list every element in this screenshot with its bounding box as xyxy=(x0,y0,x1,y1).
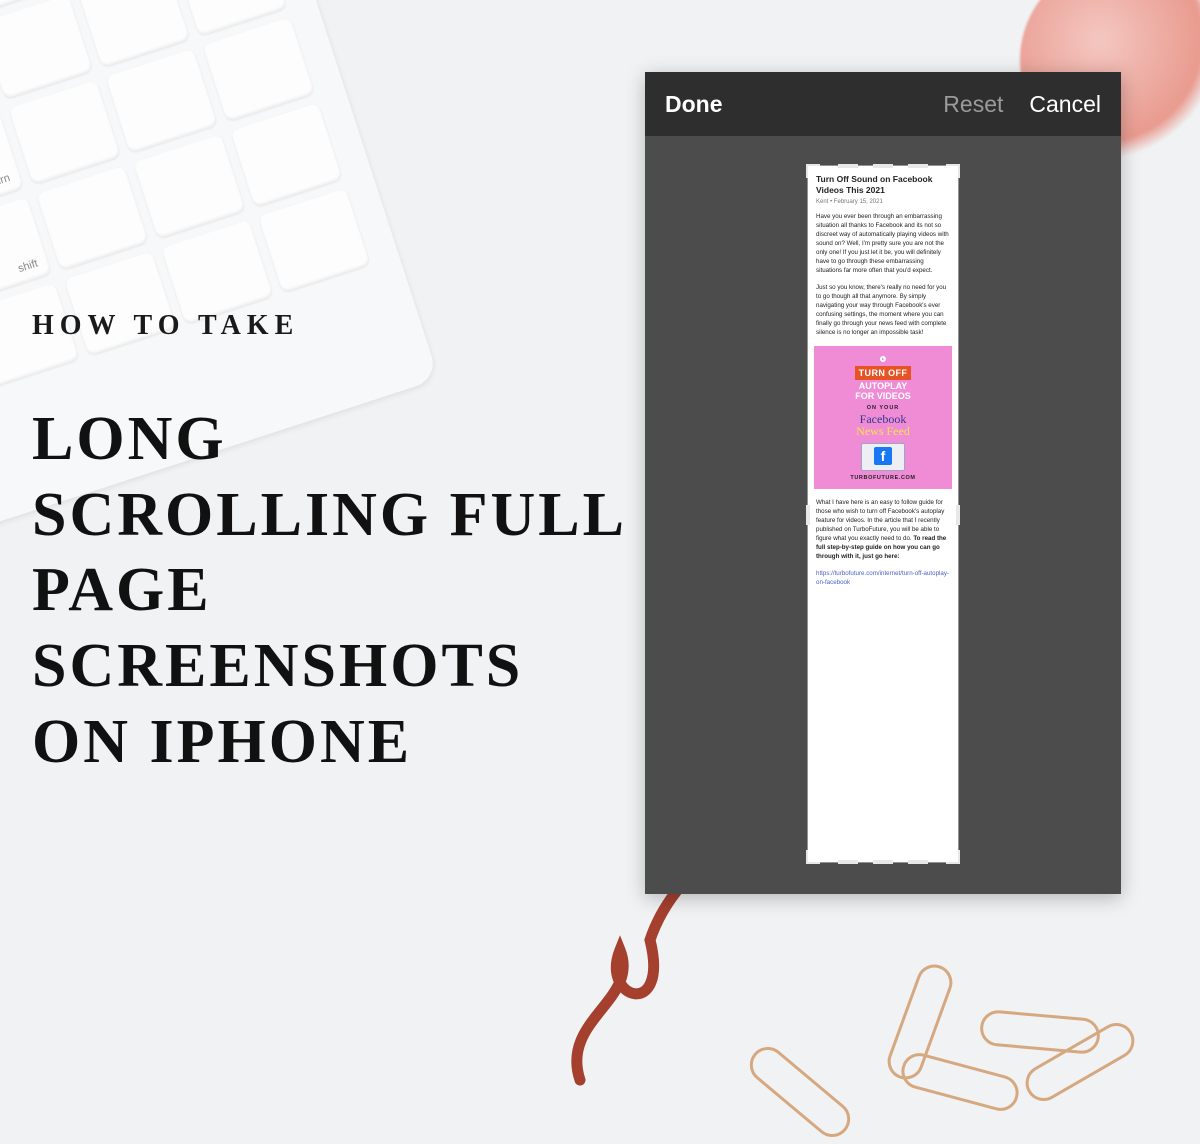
article-paragraph: What I have here is an easy to follow gu… xyxy=(816,499,950,562)
promo-card: TURN OFF AUTOPLAY FOR VIDEOS ON YOUR Fac… xyxy=(814,346,952,489)
paperclips-prop xyxy=(660,900,1160,1120)
key xyxy=(0,0,93,99)
promo-newsfeed: News Feed xyxy=(820,425,946,437)
key xyxy=(161,220,273,325)
editor-canvas[interactable]: Turn Off Sound on Facebook Videos This 2… xyxy=(645,136,1121,894)
crop-handle-top-right[interactable] xyxy=(946,164,960,178)
key xyxy=(133,134,245,239)
fullpage-screenshot-preview[interactable]: Turn Off Sound on Facebook Videos This 2… xyxy=(808,166,958,862)
key xyxy=(36,166,148,271)
article-paragraph: Have you ever been through an embarrassi… xyxy=(816,213,950,276)
promo-badge: TURN OFF xyxy=(855,366,912,380)
crop-handle-top[interactable] xyxy=(873,164,893,168)
promo-on: ON YOUR xyxy=(820,405,946,411)
paperclip-icon xyxy=(742,1040,857,1144)
crop-handle-bottom[interactable] xyxy=(908,860,928,864)
headline-block: HOW TO TAKE LONG SCROLLING FULL PAGE SCR… xyxy=(32,310,632,780)
crop-handle-bottom-right[interactable] xyxy=(946,850,960,864)
article-byline: Kent • February 15, 2021 xyxy=(816,199,950,205)
promo-site: TURBOFUTURE.COM xyxy=(820,475,946,481)
laptop-facebook-icon xyxy=(861,443,905,471)
article-paragraph: Just so you know, there's really no need… xyxy=(816,284,950,338)
crop-handle-top-left[interactable] xyxy=(806,164,820,178)
key xyxy=(202,17,314,122)
preheading: HOW TO TAKE xyxy=(32,310,632,342)
crop-handle-top[interactable] xyxy=(838,164,858,168)
key xyxy=(258,188,370,293)
crop-handle-bottom[interactable] xyxy=(873,860,893,864)
crop-handle-bottom[interactable] xyxy=(838,860,858,864)
key xyxy=(105,49,217,154)
crop-handle-left[interactable] xyxy=(806,505,810,525)
reset-button[interactable]: Reset xyxy=(943,91,1003,118)
article-link[interactable]: https://turbofuture.com/internet/turn-of… xyxy=(816,570,950,588)
crop-handle-top[interactable] xyxy=(908,164,928,168)
paperclip-icon xyxy=(979,1009,1102,1055)
key xyxy=(230,103,342,208)
key xyxy=(8,80,120,185)
screenshot-editor: Done Reset Cancel Turn Off Sound on Face… xyxy=(645,72,1121,894)
crop-handle-right[interactable] xyxy=(956,505,960,525)
editor-toolbar: Done Reset Cancel xyxy=(645,72,1121,136)
article-title: Turn Off Sound on Facebook Videos This 2… xyxy=(816,174,950,195)
main-heading: LONG SCROLLING FULL PAGE SCREENSHOTS ON … xyxy=(32,402,632,780)
cancel-button[interactable]: Cancel xyxy=(1029,91,1101,118)
done-button[interactable]: Done xyxy=(665,91,723,118)
play-icon xyxy=(880,356,886,362)
crop-handle-bottom-left[interactable] xyxy=(806,850,820,864)
promo-line: FOR VIDEOS xyxy=(820,392,946,402)
